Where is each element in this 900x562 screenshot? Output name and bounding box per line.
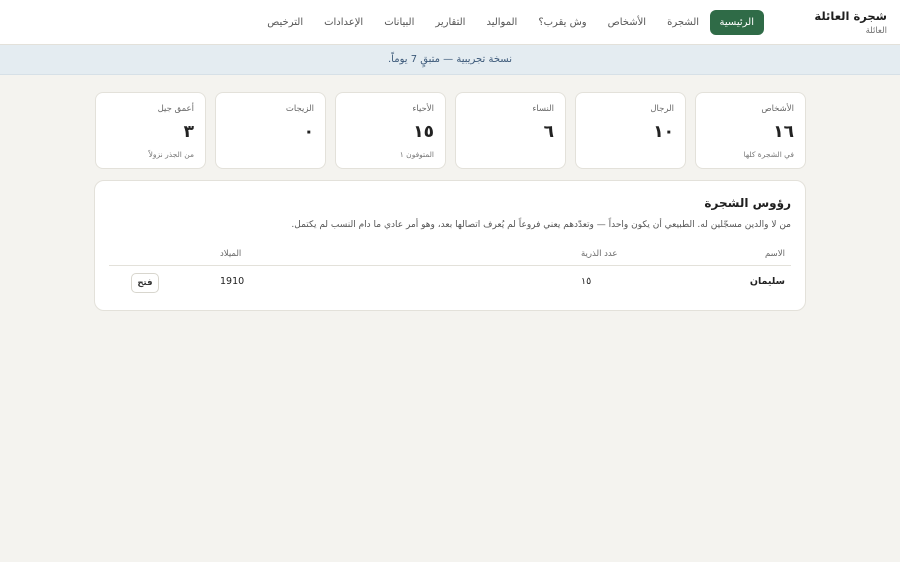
column-header-birth: الميلاد	[220, 249, 242, 259]
stat-value: ١٠	[653, 122, 674, 142]
tree-roots-panel: رؤوس الشجرة من لا والدين مسجّلين له. الط…	[94, 180, 806, 311]
stat-label: الزيجات	[285, 104, 314, 114]
app-subtitle: العائلة	[865, 26, 887, 36]
nav-item-license[interactable]: الترخيص	[257, 10, 314, 35]
cell-birth: 1910	[220, 276, 245, 287]
stat-value: ١٥	[413, 122, 434, 142]
nav-item-data[interactable]: البيانات	[374, 10, 425, 35]
stat-label: الأشخاص	[761, 104, 794, 114]
cell-name: سليمان	[749, 276, 785, 287]
stat-note: المتوفون ١	[399, 150, 434, 159]
main-nav: الرئيسية الشجرة الأشخاص وش يقرب؟ الموالي…	[257, 10, 764, 35]
cell-descendants: ١٥	[581, 276, 592, 287]
nav-item-births[interactable]: المواليد	[476, 10, 528, 35]
stat-note: من الجذر نزولاً	[148, 150, 194, 159]
stat-card-people: الأشخاص ١٦ في الشجرة كلها	[695, 92, 806, 169]
stat-value: ٣	[183, 122, 194, 142]
table-header: الاسم عدد الذرية الميلاد	[109, 245, 791, 266]
stat-label: النساء	[532, 104, 554, 114]
nav-item-relationship[interactable]: وش يقرب؟	[528, 10, 597, 35]
panel-description: من لا والدين مسجّلين له. الطبيعي أن يكون…	[291, 220, 791, 230]
nav-item-people[interactable]: الأشخاص	[597, 10, 656, 35]
stat-value: ١٦	[773, 122, 794, 142]
stat-value: ٠	[303, 122, 314, 142]
nav-item-reports[interactable]: التقارير	[425, 10, 476, 35]
stat-note: في الشجرة كلها	[743, 150, 794, 159]
app-title: شجرة العائلة	[814, 9, 887, 23]
stat-card-women: النساء ٦	[455, 92, 566, 169]
stat-label: أعمق جيل	[157, 104, 194, 114]
top-navigation-bar: شجرة العائلة العائلة الرئيسية الشجرة الأ…	[0, 0, 900, 45]
nav-item-tree[interactable]: الشجرة	[657, 10, 710, 35]
stat-card-marriages: الزيجات ٠	[215, 92, 326, 169]
open-button[interactable]: فتح	[131, 273, 159, 293]
nav-item-home[interactable]: الرئيسية	[709, 10, 764, 35]
stat-card-living: الأحياء ١٥ المتوفون ١	[335, 92, 446, 169]
stat-label: الرجال	[650, 104, 674, 114]
app-brand: شجرة العائلة العائلة	[814, 9, 887, 37]
stat-value: ٦	[543, 122, 554, 142]
column-header-name: الاسم	[765, 249, 785, 259]
column-header-descendants: عدد الذرية	[581, 249, 618, 259]
stat-card-deepest-generation: أعمق جيل ٣ من الجذر نزولاً	[95, 92, 206, 169]
nav-item-settings[interactable]: الإعدادات	[314, 10, 374, 35]
trial-banner: نسخة تجريبية — متبقٍ 7 يوماً.	[0, 45, 900, 75]
stat-card-men: الرجال ١٠	[575, 92, 686, 169]
panel-title: رؤوس الشجرة	[704, 196, 791, 210]
trial-banner-text: نسخة تجريبية — متبقٍ 7 يوماً.	[388, 54, 512, 65]
roots-table: الاسم عدد الذرية الميلاد سليمان ١٥ 1910 …	[109, 245, 791, 299]
stats-row: الأشخاص ١٦ في الشجرة كلها الرجال ١٠ النس…	[95, 92, 806, 169]
table-row: سليمان ١٥ 1910 فتح	[109, 266, 791, 299]
stat-label: الأحياء	[412, 104, 434, 114]
